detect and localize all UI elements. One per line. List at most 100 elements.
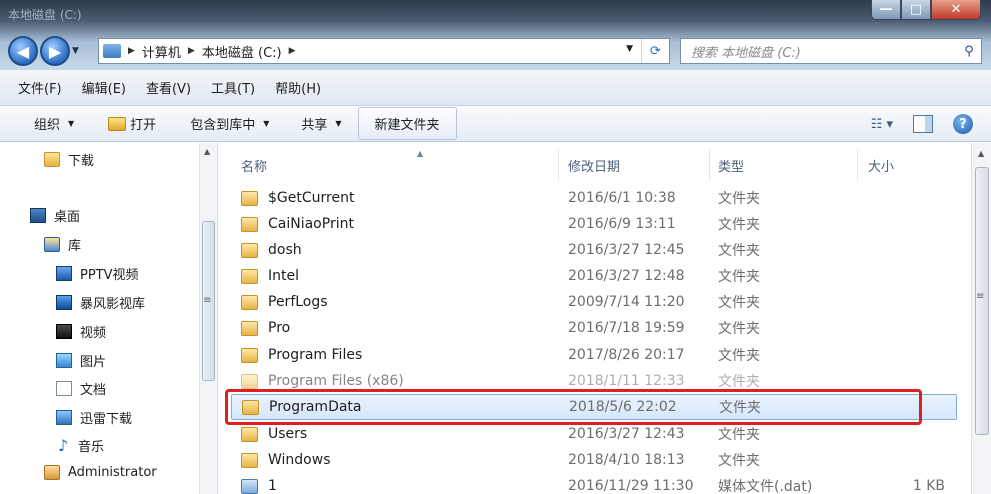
sidebar-item-pictures[interactable]: 图片 <box>56 351 106 370</box>
sidebar-item-administrator[interactable]: Administrator <box>44 465 157 480</box>
menu-view[interactable]: 查看(V) <box>146 78 191 97</box>
file-row[interactable]: PerfLogs 2009/7/14 11:20 文件夹 <box>231 289 957 315</box>
breadcrumb-local-disk[interactable]: 本地磁盘 (C:) <box>202 42 282 61</box>
file-type: 文件夹 <box>718 217 760 233</box>
search-box[interactable]: 搜索 本地磁盘 (C:) ⚲ <box>680 38 982 64</box>
file-date: 2018/5/6 22:02 <box>569 399 677 415</box>
file-name: ProgramData <box>269 399 362 415</box>
file-size: 1 KB <box>912 478 945 494</box>
file-name: 1 <box>268 478 277 494</box>
file-date: 2016/3/27 12:45 <box>568 242 685 258</box>
recent-pages-dropdown[interactable]: ▼ <box>72 46 82 56</box>
file-name: PerfLogs <box>268 294 328 310</box>
navigation-pane: 下载 桌面 库 PPTV视频 暴风影视库 视频 图片 文档 迅雷下载 ♪ 音乐 … <box>0 143 218 494</box>
scroll-up-icon[interactable]: ▲ <box>204 147 210 156</box>
file-row[interactable]: 1 2016/11/29 11:30 媒体文件(.dat) 1 KB <box>231 473 957 494</box>
sort-ascending-icon: ▲ <box>417 149 424 158</box>
minimize-button[interactable]: — <box>871 0 901 20</box>
address-dropdown-icon[interactable]: ▼ <box>626 44 633 54</box>
documents-icon <box>56 381 72 396</box>
column-header-date[interactable]: 修改日期 <box>568 149 710 181</box>
folder-icon <box>241 242 258 258</box>
user-folder-icon <box>44 465 60 480</box>
chevron-right-icon[interactable]: ▶ <box>128 46 135 56</box>
folder-icon <box>241 294 258 310</box>
file-row[interactable]: CaiNiaoPrint 2016/6/9 13:11 文件夹 <box>231 211 957 237</box>
sidebar-item-storm-library[interactable]: 暴风影视库 <box>56 293 145 312</box>
menu-bar: 文件(F) 编辑(E) 查看(V) 工具(T) 帮助(H) <box>0 70 991 106</box>
sidebar-item-thunder-downloads[interactable]: 迅雷下载 <box>56 408 132 427</box>
sidebar-item-label: Administrator <box>68 465 157 480</box>
forward-button[interactable]: ▶ <box>40 36 70 66</box>
navigation-buttons: ◀ ▶ ▼ <box>8 36 82 66</box>
column-header-name[interactable]: 名称 ▲ <box>241 149 559 181</box>
sidebar-item-label: 下载 <box>68 154 95 169</box>
file-name: CaiNiaoPrint <box>268 216 354 232</box>
breadcrumb-computer[interactable]: 计算机 <box>142 42 181 61</box>
file-list-scrollbar[interactable]: ▲ ≡ <box>971 143 991 494</box>
organize-button[interactable]: 组织 ▼ <box>28 110 80 137</box>
search-icon[interactable]: ⚲ <box>957 44 981 59</box>
sidebar-item-label: PPTV视频 <box>80 268 139 283</box>
column-header-date-label: 修改日期 <box>568 159 621 175</box>
sidebar-item-desktop[interactable]: 桌面 <box>30 206 80 225</box>
file-row[interactable]: $GetCurrent 2016/6/1 10:38 文件夹 <box>231 185 957 211</box>
sidebar-item-label: 文档 <box>80 383 107 398</box>
change-view-icon[interactable]: ☷ ▾ <box>871 117 893 132</box>
file-date: 2017/8/26 20:17 <box>568 347 685 363</box>
help-icon[interactable]: ? <box>953 114 973 134</box>
column-header-name-label: 名称 <box>241 159 268 175</box>
file-row[interactable]: Intel 2016/3/27 12:48 文件夹 <box>231 263 957 289</box>
new-folder-button[interactable]: 新建文件夹 <box>357 107 457 140</box>
file-name: Pro <box>268 320 291 336</box>
file-row[interactable]: Program Files (x86) 2018/1/11 12:33 文件夹 <box>231 368 957 394</box>
file-row[interactable]: Pro 2016/7/18 19:59 文件夹 <box>231 315 957 341</box>
sidebar-item-videos[interactable]: 视频 <box>56 322 106 341</box>
share-button[interactable]: 共享 ▼ <box>295 110 347 137</box>
open-folder-icon <box>108 116 127 131</box>
chevron-right-icon[interactable]: ▶ <box>188 46 195 56</box>
file-row[interactable]: Program Files 2017/8/26 20:17 文件夹 <box>231 342 957 368</box>
file-date: 2016/7/18 19:59 <box>568 320 685 336</box>
scroll-up-icon[interactable]: ▲ <box>978 149 984 158</box>
file-name: Intel <box>268 268 299 284</box>
include-in-library-button[interactable]: 包含到库中 ▼ <box>184 110 275 137</box>
sidebar-item-pptv[interactable]: PPTV视频 <box>56 264 139 283</box>
file-row[interactable]: dosh 2016/3/27 12:45 文件夹 <box>231 237 957 263</box>
organize-label: 组织 <box>34 118 61 133</box>
search-input[interactable]: 搜索 本地磁盘 (C:) <box>691 42 957 61</box>
folder-icon <box>241 216 258 232</box>
menu-help[interactable]: 帮助(H) <box>275 78 321 97</box>
file-name: dosh <box>268 242 302 258</box>
folder-icon <box>241 452 258 468</box>
refresh-icon[interactable]: ⟳ <box>641 39 669 63</box>
folder-icon <box>241 268 258 284</box>
file-date: 2016/6/1 10:38 <box>568 190 676 206</box>
sidebar-item-libraries[interactable]: 库 <box>44 235 81 254</box>
sidebar-item-documents[interactable]: 文档 <box>56 379 106 398</box>
file-name: Program Files <box>268 347 363 363</box>
file-row-selected[interactable]: ProgramData 2018/5/6 22:02 文件夹 <box>231 394 957 420</box>
storm-video-library-icon <box>56 295 72 310</box>
sidebar-item-music[interactable]: ♪ 音乐 <box>58 436 104 455</box>
chevron-right-icon[interactable]: ▶ <box>289 46 296 56</box>
file-row[interactable]: Users 2016/3/27 12:43 文件夹 <box>231 421 957 447</box>
menu-edit[interactable]: 编辑(E) <box>82 78 126 97</box>
file-row[interactable]: Windows 2018/4/10 18:13 文件夹 <box>231 447 957 473</box>
open-button[interactable]: 打开 <box>102 110 162 137</box>
address-bar[interactable]: ▶ 计算机 ▶ 本地磁盘 (C:) ▶ ▼ ⟳ <box>98 38 670 64</box>
sidebar-item-downloads[interactable]: 下载 <box>44 150 94 169</box>
menu-file[interactable]: 文件(F) <box>18 78 62 97</box>
column-header-type[interactable]: 类型 <box>718 149 858 181</box>
sidebar-scrollbar[interactable]: ▲ ≡ <box>199 143 217 494</box>
file-type: 文件夹 <box>718 295 760 311</box>
file-date: 2016/3/27 12:48 <box>568 268 685 284</box>
back-button[interactable]: ◀ <box>8 36 38 66</box>
maximize-button[interactable]: □ <box>901 0 931 20</box>
menu-tools[interactable]: 工具(T) <box>211 78 255 97</box>
libraries-icon <box>44 237 60 252</box>
file-name: Program Files (x86) <box>268 373 404 389</box>
column-header-size[interactable]: 大小 <box>868 149 968 181</box>
close-button[interactable]: ✕ <box>931 0 981 20</box>
preview-pane-icon[interactable] <box>913 115 933 133</box>
